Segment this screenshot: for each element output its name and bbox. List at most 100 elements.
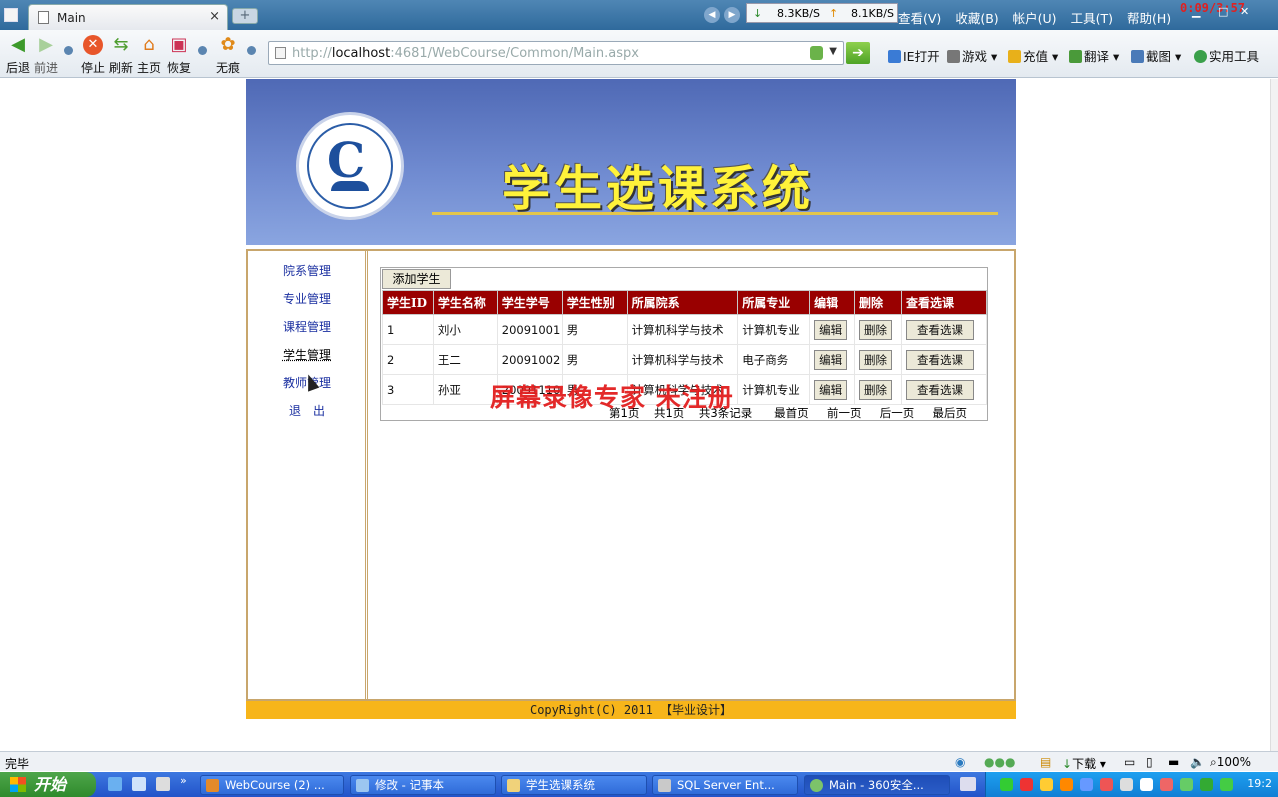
nav-logout[interactable]: 退 出 [248, 402, 366, 419]
scroll-right-icon[interactable]: ▶ [724, 7, 740, 23]
download-arrow-icon: ↓ [753, 7, 763, 20]
delete-button[interactable]: 删除 [859, 349, 893, 370]
tray-icon-1[interactable] [1000, 778, 1013, 791]
toggle-icon[interactable]: ●●● [984, 755, 1015, 769]
logo-letter: C [327, 133, 366, 189]
tab-main[interactable]: Main × [28, 4, 228, 30]
tray-icon-5[interactable] [1080, 778, 1093, 791]
menu-favorites[interactable]: 收藏(B) [955, 11, 998, 26]
restore-button[interactable]: ▣ 恢复 [164, 35, 194, 76]
forward-label: 前进 [33, 61, 58, 75]
view-courses-button[interactable]: 查看选课 [905, 379, 974, 400]
games-button[interactable]: 游戏 ▾ [947, 46, 997, 65]
screenshot-button[interactable]: 截图 ▾ [1131, 46, 1181, 65]
quicklaunch-more-icon[interactable]: » [180, 774, 187, 787]
history-dropdown-icon[interactable] [64, 46, 73, 55]
new-tab-button[interactable]: + [232, 8, 258, 24]
pager-first[interactable]: 最首页 [774, 406, 809, 420]
nav-course[interactable]: 课程管理 [248, 318, 366, 335]
maximize-icon[interactable]: □ [1218, 5, 1228, 18]
pager-prev[interactable]: 前一页 [827, 406, 862, 420]
sidebar-toggle-icon[interactable] [4, 8, 18, 22]
edit-button[interactable]: 编辑 [814, 319, 848, 340]
school-logo: C [296, 112, 404, 220]
download-button[interactable]: ↓下载 ▾ [1062, 755, 1106, 772]
tray-icon-3[interactable] [1040, 778, 1053, 791]
close-window-icon[interactable]: ✕ [1240, 5, 1249, 18]
recharge-button[interactable]: 充值 ▾ [1008, 46, 1058, 65]
print-icon[interactable]: ▬ [1168, 755, 1179, 769]
start-button[interactable]: 开始 [0, 772, 96, 797]
tray-icon-4[interactable] [1060, 778, 1073, 791]
menu-account[interactable]: 帐户(U) [1013, 11, 1057, 26]
cell-department: 计算机科学与技术 [626, 344, 739, 375]
pager-next[interactable]: 后一页 [880, 406, 915, 420]
utilities-button[interactable]: 实用工具 [1194, 46, 1259, 65]
stop-button[interactable]: ✕ 停止 [78, 35, 108, 76]
col-department: 所属院系 [626, 290, 739, 315]
url-dropdown-icon[interactable]: ▼ [829, 46, 837, 57]
tab-close-button[interactable]: × [209, 9, 220, 24]
task-webcourse[interactable]: WebCourse (2) ... [200, 775, 344, 795]
col-student-id: 学生ID [382, 290, 434, 315]
globe-icon[interactable]: ◉ [955, 755, 965, 769]
menu-tools[interactable]: 工具(T) [1071, 11, 1113, 26]
vs-icon [206, 779, 219, 792]
recording-timer: 0:09/3:57 [1180, 1, 1246, 15]
home-button[interactable]: ⌂ 主页 [134, 35, 164, 76]
tray-icon-2[interactable] [1020, 778, 1033, 791]
quicklaunch-desktop-icon[interactable] [108, 777, 122, 791]
nav-department[interactable]: 院系管理 [248, 262, 366, 279]
menu-view[interactable]: 查看(V) [898, 11, 941, 26]
delete-button[interactable]: 删除 [859, 379, 893, 400]
restore-dropdown-icon[interactable] [198, 46, 207, 55]
incognito-button[interactable]: ✿ 无痕 [213, 35, 243, 76]
taskbar-clock[interactable]: 19:2 [1247, 777, 1272, 790]
volume-icon[interactable]: 🔈 [1190, 755, 1205, 769]
note-icon[interactable]: ▯ [1146, 755, 1153, 769]
back-button[interactable]: ◀ 后退 [3, 35, 33, 76]
quicklaunch-media-icon[interactable] [156, 777, 170, 791]
add-student-button[interactable]: 添加学生 [382, 269, 451, 289]
translate-button[interactable]: 翻译 ▾ [1069, 46, 1119, 65]
site-title: 学生选课系统 [502, 161, 815, 217]
keyboard-icon[interactable] [960, 777, 976, 791]
ie-open-button[interactable]: IE打开 [888, 46, 940, 65]
view-courses-button[interactable]: 查看选课 [905, 319, 974, 340]
tray-icon-7[interactable] [1120, 778, 1133, 791]
window-icon[interactable]: ▭ [1124, 755, 1135, 769]
zoom-control[interactable]: ⌕100% [1210, 755, 1251, 770]
view-courses-button[interactable]: 查看选课 [905, 349, 974, 370]
url-text[interactable]: http://localhost:4681/WebCourse/Common/M… [292, 46, 639, 61]
task-folder[interactable]: 学生选课系统 [501, 775, 647, 795]
task-notepad[interactable]: 修改 - 记事本 [350, 775, 496, 795]
notepad-icon [356, 779, 369, 792]
col-gender: 学生性别 [561, 290, 628, 315]
nav-student[interactable]: 学生管理 [248, 346, 366, 363]
go-button[interactable]: ➔ [846, 42, 870, 64]
address-bar[interactable]: http://localhost:4681/WebCourse/Common/M… [268, 41, 844, 65]
scroll-left-icon[interactable]: ◀ [704, 7, 720, 23]
pager-last[interactable]: 最后页 [933, 406, 968, 420]
tray-icon-9[interactable] [1160, 778, 1173, 791]
incognito-dropdown-icon[interactable] [247, 46, 256, 55]
app-icon[interactable]: ▤ [1040, 755, 1051, 769]
forward-button[interactable]: ▶ 前进 [31, 35, 61, 76]
menu-help[interactable]: 帮助(H) [1127, 11, 1171, 26]
vertical-scrollbar[interactable] [1270, 79, 1278, 751]
tray-icon-11[interactable] [1200, 778, 1213, 791]
tray-icon-8[interactable] [1140, 778, 1153, 791]
quicklaunch-ie-icon[interactable] [132, 777, 146, 791]
task-browser[interactable]: Main - 360安全... [804, 775, 950, 795]
edit-button[interactable]: 编辑 [814, 349, 848, 370]
refresh-button[interactable]: ⇆ 刷新 [106, 35, 136, 76]
edit-button[interactable]: 编辑 [814, 379, 848, 400]
task-sqlserver[interactable]: SQL Server Ent... [652, 775, 798, 795]
security-shield-icon[interactable] [810, 46, 823, 60]
tray-icon-12[interactable] [1220, 778, 1233, 791]
delete-button[interactable]: 删除 [859, 319, 893, 340]
minimize-icon[interactable]: ▁ [1192, 5, 1200, 18]
tray-icon-6[interactable] [1100, 778, 1113, 791]
tray-icon-10[interactable] [1180, 778, 1193, 791]
nav-major[interactable]: 专业管理 [248, 290, 366, 307]
